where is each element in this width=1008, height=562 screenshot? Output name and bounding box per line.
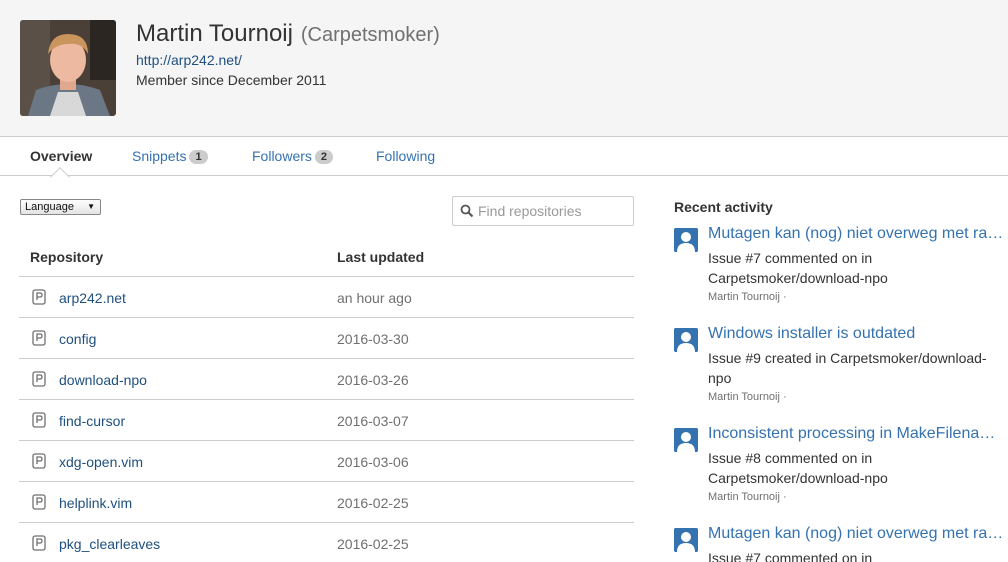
repository-icon xyxy=(32,453,46,469)
repository-icon xyxy=(32,535,46,551)
repository-icon xyxy=(32,412,46,428)
repository-last-updated: 2016-03-07 xyxy=(337,413,409,429)
repository-link[interactable]: pkg_clearleaves xyxy=(59,536,160,552)
tab-snippets[interactable]: Snippets 1 xyxy=(132,148,208,164)
user-avatar-icon[interactable] xyxy=(674,528,698,552)
tab-following-label: Following xyxy=(376,148,436,164)
user-avatar-icon[interactable] xyxy=(674,328,698,352)
profile-name-line: Martin Tournoij (Carpetsmoker) xyxy=(136,20,440,48)
activity-meta: Martin Tournoij · xyxy=(708,291,787,303)
activity-meta: Martin Tournoij · xyxy=(708,491,787,503)
active-tab-indicator xyxy=(50,167,70,187)
repository-icon xyxy=(32,330,46,346)
repository-last-updated: 2016-02-25 xyxy=(337,536,409,552)
repository-last-updated: 2016-03-26 xyxy=(337,372,409,388)
repository-icon xyxy=(32,289,46,305)
repository-link[interactable]: find-cursor xyxy=(59,413,125,429)
repository-link[interactable]: download-npo xyxy=(59,372,147,388)
activity-title-link[interactable]: Windows installer is outdated xyxy=(708,325,1008,343)
profile-avatar[interactable] xyxy=(20,20,116,116)
language-select-label: Language xyxy=(25,201,74,213)
caret-down-icon: ▼ xyxy=(87,202,95,211)
repository-last-updated: 2016-03-30 xyxy=(337,331,409,347)
repository-link[interactable]: helplink.vim xyxy=(59,495,132,511)
profile-username: (Carpetsmoker) xyxy=(300,24,440,46)
activity-title-link[interactable]: Inconsistent processing in MakeFilenam… xyxy=(708,425,1008,443)
repository-icon xyxy=(32,494,46,510)
repository-link[interactable]: xdg-open.vim xyxy=(59,454,143,470)
member-since: Member since December 2011 xyxy=(136,72,327,88)
tab-following[interactable]: Following xyxy=(376,148,435,164)
repository-last-updated: 2016-03-06 xyxy=(337,454,409,470)
search-icon xyxy=(460,204,474,218)
language-select[interactable]: Language ▼ xyxy=(20,199,101,215)
column-header-repository[interactable]: Repository xyxy=(30,249,103,265)
repository-last-updated: an hour ago xyxy=(337,290,412,306)
repository-table-header: Repository Last updated xyxy=(19,236,634,277)
activity-description: Issue #9 created in Carpetsmoker/downloa… xyxy=(708,350,987,386)
repository-link[interactable]: config xyxy=(59,331,96,347)
tab-followers-label: Followers xyxy=(252,148,312,164)
repository-search-box[interactable] xyxy=(452,196,634,226)
snippets-count-badge: 1 xyxy=(189,150,208,164)
table-row: find-cursor 2016-03-07 xyxy=(19,400,634,441)
followers-count-badge: 2 xyxy=(314,150,334,164)
activity-description: Issue #7 commented on in Carpetsmoker/do… xyxy=(708,550,873,562)
column-header-last-updated[interactable]: Last updated xyxy=(337,249,424,265)
recent-activity-title: Recent activity xyxy=(674,199,773,215)
table-row: config 2016-03-30 xyxy=(19,318,634,359)
profile-tabs: Overview Snippets 1 Followers 2 Following xyxy=(0,137,1008,187)
table-row: arp242.net an hour ago xyxy=(19,277,634,318)
repository-icon xyxy=(32,371,46,387)
profile-display-name: Martin Tournoij xyxy=(136,20,293,47)
activity-meta: Martin Tournoij · xyxy=(708,391,787,403)
repository-table: Repository Last updated arp242.net an hou… xyxy=(19,236,634,562)
tab-overview[interactable]: Overview xyxy=(30,148,92,164)
activity-description: Issue #8 commented on in Carpetsmoker/do… xyxy=(708,450,888,486)
repository-search-input[interactable] xyxy=(478,202,628,220)
repository-last-updated: 2016-02-25 xyxy=(337,495,409,511)
repository-link[interactable]: arp242.net xyxy=(59,290,126,306)
tab-overview-label: Overview xyxy=(30,148,93,164)
table-row: helplink.vim 2016-02-25 xyxy=(19,482,634,523)
activity-title-link[interactable]: Mutagen kan (nog) niet overweg met ra… xyxy=(708,525,1008,543)
profile-website-link[interactable]: http://arp242.net/ xyxy=(136,52,242,68)
recent-activity: Recent activity Mutagen kan (nog) niet o… xyxy=(674,196,1008,562)
profile-header: Martin Tournoij (Carpetsmoker) http://ar… xyxy=(0,0,1008,137)
table-row: pkg_clearleaves 2016-02-25 xyxy=(19,523,634,562)
table-row: download-npo 2016-03-26 xyxy=(19,359,634,400)
table-row: xdg-open.vim 2016-03-06 xyxy=(19,441,634,482)
user-avatar-icon[interactable] xyxy=(674,228,698,252)
activity-title-link[interactable]: Mutagen kan (nog) niet overweg met ra… xyxy=(708,225,1008,243)
tab-snippets-label: Snippets xyxy=(132,148,187,164)
user-avatar-icon[interactable] xyxy=(674,428,698,452)
activity-description: Issue #7 commented on in Carpetsmoker/do… xyxy=(708,250,888,286)
tab-followers[interactable]: Followers 2 xyxy=(252,148,334,164)
